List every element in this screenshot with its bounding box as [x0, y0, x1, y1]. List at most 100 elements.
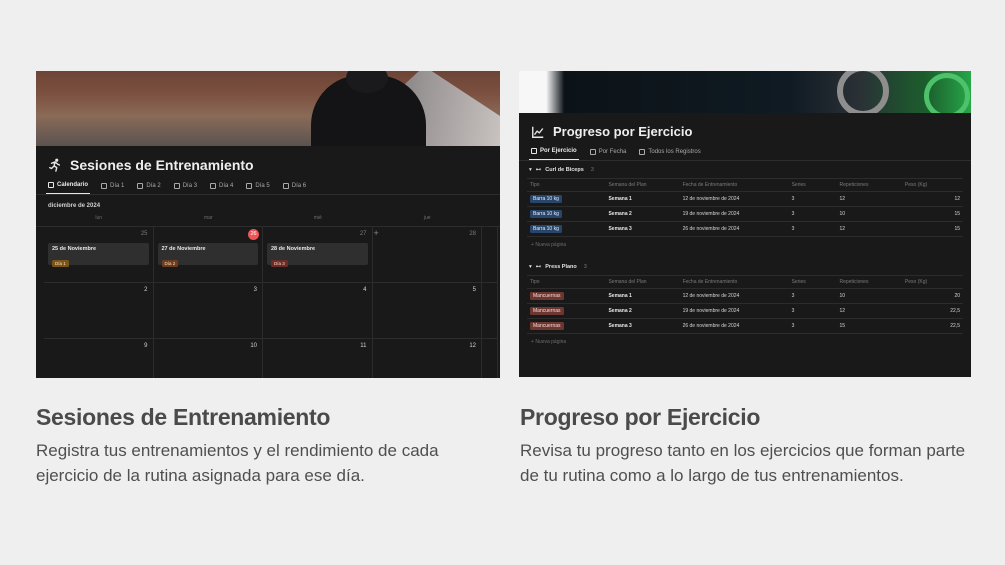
view-icon [246, 182, 253, 189]
weekday-label: lun [95, 215, 103, 221]
tab-6[interactable]: Día 6 [281, 178, 308, 194]
event-title: 28 de Noviembre [271, 246, 316, 252]
tab-0[interactable]: Por Ejercicio [529, 144, 579, 160]
column-header[interactable]: Repeticiones [836, 178, 902, 192]
column-header[interactable]: Repeticiones [836, 275, 902, 289]
event-card[interactable]: 28 de Noviembre Día 3 [267, 243, 368, 267]
tab-1[interactable]: Por Fecha [588, 144, 629, 160]
calendar-day-cell[interactable]: 3 [153, 283, 263, 339]
calendar-day-cell[interactable] [482, 339, 498, 378]
calendar-grid: 25 25 de Noviembre Día 1 26 27 de Noviembre D… [36, 226, 500, 378]
tab-3[interactable]: Día 3 [172, 178, 199, 194]
view-icon [101, 182, 108, 189]
weekday-label: jue [423, 215, 431, 221]
progress-screenshot: Progreso por Ejercicio Por Ejercicio Por … [519, 71, 971, 377]
records-table: Tipo Semana del Plan Fecha de Entrenamient… [527, 178, 963, 237]
calendar-day-cell[interactable]: 10 [154, 339, 263, 378]
view-icon [531, 148, 537, 154]
add-icon[interactable]: + [374, 228, 379, 238]
day-number: 3 [253, 287, 257, 293]
calendar-day-cell[interactable]: 9 [44, 339, 154, 378]
table-header-row: Tipo Semana del Plan Fecha de Entrenamient… [527, 275, 963, 289]
caret-down-icon[interactable]: ▾ [529, 264, 532, 270]
calendar-day-cell[interactable]: 4 [263, 283, 373, 339]
tab-4[interactable]: Día 4 [208, 178, 235, 194]
new-page-button[interactable]: + Nueva página [527, 334, 963, 355]
tab-5[interactable]: Día 5 [244, 178, 271, 194]
event-card[interactable]: 27 de Noviembre Día 2 [157, 243, 258, 267]
calendar-day-cell[interactable] [482, 283, 498, 339]
caret-down-icon[interactable]: ▾ [529, 167, 532, 173]
calendar-day-cell[interactable]: 25 25 de Noviembre Día 1 [44, 227, 154, 283]
column-header[interactable]: Peso (Kg) [901, 275, 963, 289]
tab-label: Día 6 [291, 182, 307, 189]
sessions-screenshot: Sesiones de Entrenamiento Calendario Día … [36, 71, 500, 378]
event-card[interactable]: 25 de Noviembre Día 1 [48, 243, 149, 267]
calendar-day-cell[interactable]: 12 [373, 339, 482, 378]
caption-text: Registra tus entrenamientos y el rendimi… [36, 441, 439, 485]
column-header[interactable]: Series [788, 178, 837, 192]
table-cell: 10 [836, 288, 902, 304]
table-row[interactable]: Barra 10 kg Semana 3 26 de noviembre de 20… [527, 221, 963, 237]
tipo-chip: Mancuernas [530, 307, 564, 315]
tipo-chip: Mancuernas [530, 322, 564, 330]
table-row[interactable]: Mancuernas Semana 1 12 de noviembre de 202… [527, 288, 963, 304]
exercise-group: ▾ ⊷ Press Plano 3 Tipo Semana del Plan Fecha d… [519, 258, 971, 355]
month-label: diciembre de 2024 [48, 203, 101, 209]
table-row[interactable]: Mancuernas Semana 3 26 de noviembre de 202… [527, 318, 963, 334]
tipo-chip: Barra 10 kg [530, 210, 562, 218]
tab-label: Todos los Registros [648, 148, 701, 155]
calendar-day-cell[interactable]: 27 28 de Noviembre Día 3 [263, 227, 373, 283]
table-cell: 12 de noviembre de 2024 [679, 191, 789, 207]
table-cell: Semana 1 [605, 191, 680, 207]
table-row[interactable]: Barra 10 kg Semana 2 19 de noviembre de 20… [527, 206, 963, 222]
column-header[interactable]: Series [788, 275, 837, 289]
cover-image-gym [519, 71, 971, 113]
table-cell: 20 [901, 288, 963, 304]
column-header[interactable]: Tipo [527, 178, 606, 192]
tipo-chip: Mancuernas [530, 292, 564, 300]
table-cell: Semana 1 [605, 288, 680, 304]
calendar-day-cell[interactable]: 5 [372, 283, 482, 339]
weekday-label [482, 215, 498, 221]
tab-2[interactable]: Día 2 [135, 178, 162, 194]
calendar-day-cell[interactable]: 26 27 de Noviembre Día 2 [153, 227, 263, 283]
group-header[interactable]: ▾ ⊷ Press Plano 3 [527, 258, 963, 275]
view-icon [639, 148, 646, 155]
calendar-day-cell[interactable]: 11 [263, 339, 373, 378]
column-header[interactable]: Semana del Plan [605, 178, 680, 192]
tab-label: Calendario [57, 182, 89, 188]
calendar-day-cell[interactable]: 28 + [372, 227, 482, 283]
table-cell: Mancuernas [527, 318, 606, 334]
calendar-day-cell[interactable]: 2 [44, 283, 154, 339]
group-header[interactable]: ▾ ⊷ Curl de Biceps 3 [527, 161, 963, 178]
table-row[interactable]: Barra 10 kg Semana 1 12 de noviembre de 20… [527, 191, 963, 207]
new-page-label: Nueva página [535, 339, 567, 345]
day-number: 4 [363, 287, 367, 293]
view-icon [48, 182, 54, 188]
table-header-row: Tipo Semana del Plan Fecha de Entrenamient… [527, 178, 963, 192]
column-header[interactable]: Semana del Plan [605, 275, 680, 289]
table-cell: 15 [901, 206, 963, 222]
day-number: 11 [360, 343, 367, 349]
new-page-button[interactable]: + Nueva página [527, 237, 963, 258]
table-cell: 3 [788, 288, 837, 304]
column-header[interactable]: Fecha de Entrenamiento [679, 178, 789, 192]
table-cell: 3 [788, 318, 837, 334]
table-cell: Mancuernas [527, 303, 606, 319]
tab-0[interactable]: Calendario [46, 178, 91, 194]
column-header[interactable]: Peso (Kg) [901, 178, 963, 192]
table-row[interactable]: Mancuernas Semana 2 19 de noviembre de 202… [527, 303, 963, 319]
view-tabs: Por Ejercicio Por Fecha Todos los Registro… [519, 144, 971, 161]
view-icon [210, 182, 217, 189]
day-number: 9 [144, 343, 148, 349]
calendar-day-cell[interactable] [482, 227, 498, 283]
tab-label: Día 5 [255, 182, 270, 189]
group-name: Curl de Biceps [545, 167, 584, 173]
tab-1[interactable]: Día 1 [99, 178, 126, 194]
column-header[interactable]: Fecha de Entrenamiento [679, 275, 789, 289]
day-tag: Día 3 [271, 260, 288, 267]
tab-2[interactable]: Todos los Registros [637, 144, 702, 160]
view-icon [589, 148, 596, 155]
column-header[interactable]: Tipo [527, 275, 606, 289]
